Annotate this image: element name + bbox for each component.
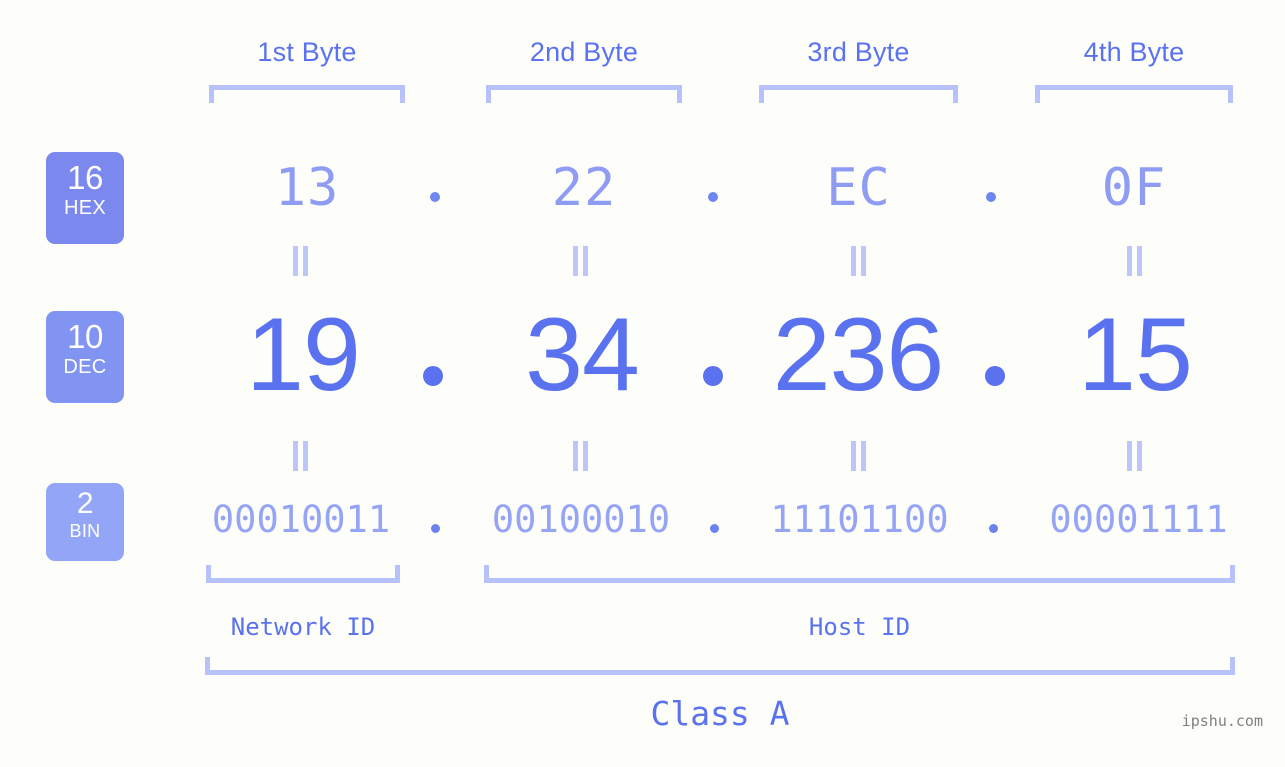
bin-octet-3: 11101100 [770, 498, 949, 541]
host-id-label: Host ID [808, 613, 911, 641]
hex-octet-2: 22 [551, 158, 617, 218]
dec-octet-3: 236 [772, 297, 945, 413]
bin-separator-dot-3 [989, 524, 998, 533]
dec-separator-dot-1 [423, 366, 443, 386]
bin-octet-1: 00010011 [211, 498, 391, 541]
dec-octet-2: 34 [525, 297, 640, 413]
byte-header-label-3: 3rd Byte [807, 37, 910, 67]
network-id-label: Network ID [230, 613, 376, 641]
equals-mark-hex-dec-1 [290, 246, 312, 276]
bin-separator-dot-2 [710, 524, 719, 533]
dec-octet-4: 15 [1078, 297, 1193, 413]
base-badge-dec-name: DEC [63, 356, 107, 378]
byte-bracket-top-4 [1035, 85, 1233, 103]
hex-octet-4: 0F [1101, 158, 1167, 218]
dec-octet-1: 19 [246, 297, 361, 413]
base-badge-dec: 10 DEC [46, 311, 124, 403]
base-badge-bin-number: 2 [76, 487, 94, 520]
byte-header-label-4: 4th Byte [1083, 37, 1185, 67]
equals-mark-hex-dec-2 [570, 246, 592, 276]
dec-separator-dot-3 [985, 366, 1005, 386]
host-id-bracket [484, 565, 1235, 583]
bin-separator-dot-1 [431, 524, 440, 533]
equals-mark-dec-bin-4 [1124, 441, 1146, 471]
hex-octet-1: 13 [274, 158, 340, 218]
site-watermark: ipshu.com [1181, 712, 1263, 730]
hex-octet-3: EC [826, 158, 891, 218]
ip-address-breakdown-diagram: 1st Byte 2nd Byte 3rd Byte 4th Byte 16 H… [0, 0, 1285, 767]
byte-header-label-2: 2nd Byte [529, 37, 639, 67]
byte-bracket-top-2 [486, 85, 682, 103]
hex-separator-dot-2 [708, 192, 718, 202]
base-badge-hex-name: HEX [63, 197, 107, 219]
base-badge-hex-number: 16 [67, 159, 103, 196]
base-badge-hex: 16 HEX [46, 152, 124, 244]
equals-mark-dec-bin-2 [570, 441, 592, 471]
class-label: Class A [650, 694, 790, 733]
dec-separator-dot-2 [703, 366, 723, 386]
bin-octet-2: 00100010 [491, 498, 671, 541]
byte-bracket-top-1 [209, 85, 405, 103]
equals-mark-hex-dec-3 [848, 246, 870, 276]
equals-mark-dec-bin-1 [290, 441, 312, 471]
base-badge-bin: 2 BIN [46, 483, 124, 561]
base-badge-dec-number: 10 [67, 318, 103, 355]
network-id-bracket [206, 565, 400, 583]
bin-octet-4: 00001111 [1049, 498, 1228, 541]
class-bracket [205, 657, 1235, 675]
hex-separator-dot-3 [986, 192, 996, 202]
base-badge-bin-name: BIN [69, 521, 101, 541]
hex-separator-dot-1 [430, 192, 440, 202]
byte-bracket-top-3 [759, 85, 958, 103]
equals-mark-dec-bin-3 [848, 441, 870, 471]
byte-header-label-1: 1st Byte [257, 37, 357, 67]
equals-mark-hex-dec-4 [1124, 246, 1146, 276]
